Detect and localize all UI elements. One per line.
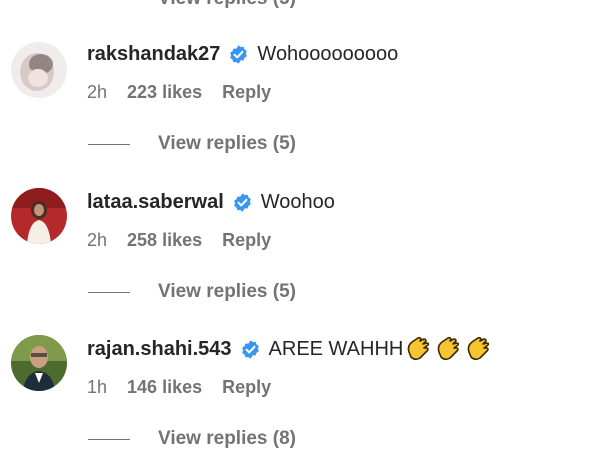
verified-badge-icon (232, 192, 253, 213)
view-replies-label: View replies (5) (158, 133, 296, 154)
comment-line: lataa.saberwal Woohoo (87, 188, 335, 216)
username-link[interactable]: rajan.shahi.543 (87, 338, 232, 361)
likes-count-link[interactable]: 258 likes (127, 230, 202, 251)
comment-line: rajan.shahi.543 AREE WAHHH (87, 335, 493, 363)
view-replies-button[interactable]: View replies (5) (88, 131, 296, 157)
comment-meta: 2h 223 likes Reply (87, 80, 271, 104)
comment-meta: 2h 258 likes Reply (87, 228, 271, 252)
view-replies-button[interactable]: View replies (8) (88, 426, 296, 450)
clapping-hands-icon (405, 336, 433, 362)
comment-item: lataa.saberwal Woohoo 2h 258 likes Reply… (0, 188, 600, 308)
clapping-hands-icon (435, 336, 463, 362)
likes-count-link[interactable]: 223 likes (127, 82, 202, 103)
divider-line (88, 143, 130, 145)
verified-badge-icon (240, 339, 261, 360)
comment-timestamp: 1h (87, 376, 108, 397)
view-replies-label: View replies (8) (158, 428, 296, 449)
comment-meta: 1h 146 likes Reply (87, 375, 271, 399)
divider-line (88, 291, 130, 293)
verified-badge-icon (228, 44, 249, 65)
comment-item: rajan.shahi.543 AREE WAHHH 1h 146 likes … (0, 335, 600, 450)
comment-text: AREE WAHHH (268, 337, 404, 360)
view-replies-label: View replies (5) (158, 0, 296, 10)
clapping-hands-icon (465, 336, 493, 362)
avatar[interactable] (11, 335, 67, 391)
reply-button[interactable]: Reply (222, 82, 271, 103)
view-replies-button[interactable]: View replies (5) (88, 279, 296, 305)
username-link[interactable]: lataa.saberwal (87, 191, 224, 214)
comment-timestamp: 2h (87, 81, 108, 102)
view-replies-button-top[interactable]: View replies (5) (88, 0, 296, 12)
comment-text: Wohooooooooo (257, 42, 399, 65)
comment-line: rakshandak27 Wohooooooooo (87, 40, 398, 68)
divider-line (88, 438, 130, 440)
reply-button[interactable]: Reply (222, 377, 271, 398)
reply-button[interactable]: Reply (222, 230, 271, 251)
username-link[interactable]: rakshandak27 (87, 43, 220, 66)
view-replies-label: View replies (5) (158, 281, 296, 302)
likes-count-link[interactable]: 146 likes (127, 377, 202, 398)
avatar[interactable] (11, 42, 67, 98)
comment-item: rakshandak27 Wohooooooooo 2h 223 likes R… (0, 40, 600, 160)
comment-timestamp: 2h (87, 229, 108, 250)
avatar[interactable] (11, 188, 67, 244)
comments-panel: View replies (5) rakshandak27 Wohooooooo… (0, 0, 600, 450)
comment-text: Woohoo (260, 190, 335, 213)
